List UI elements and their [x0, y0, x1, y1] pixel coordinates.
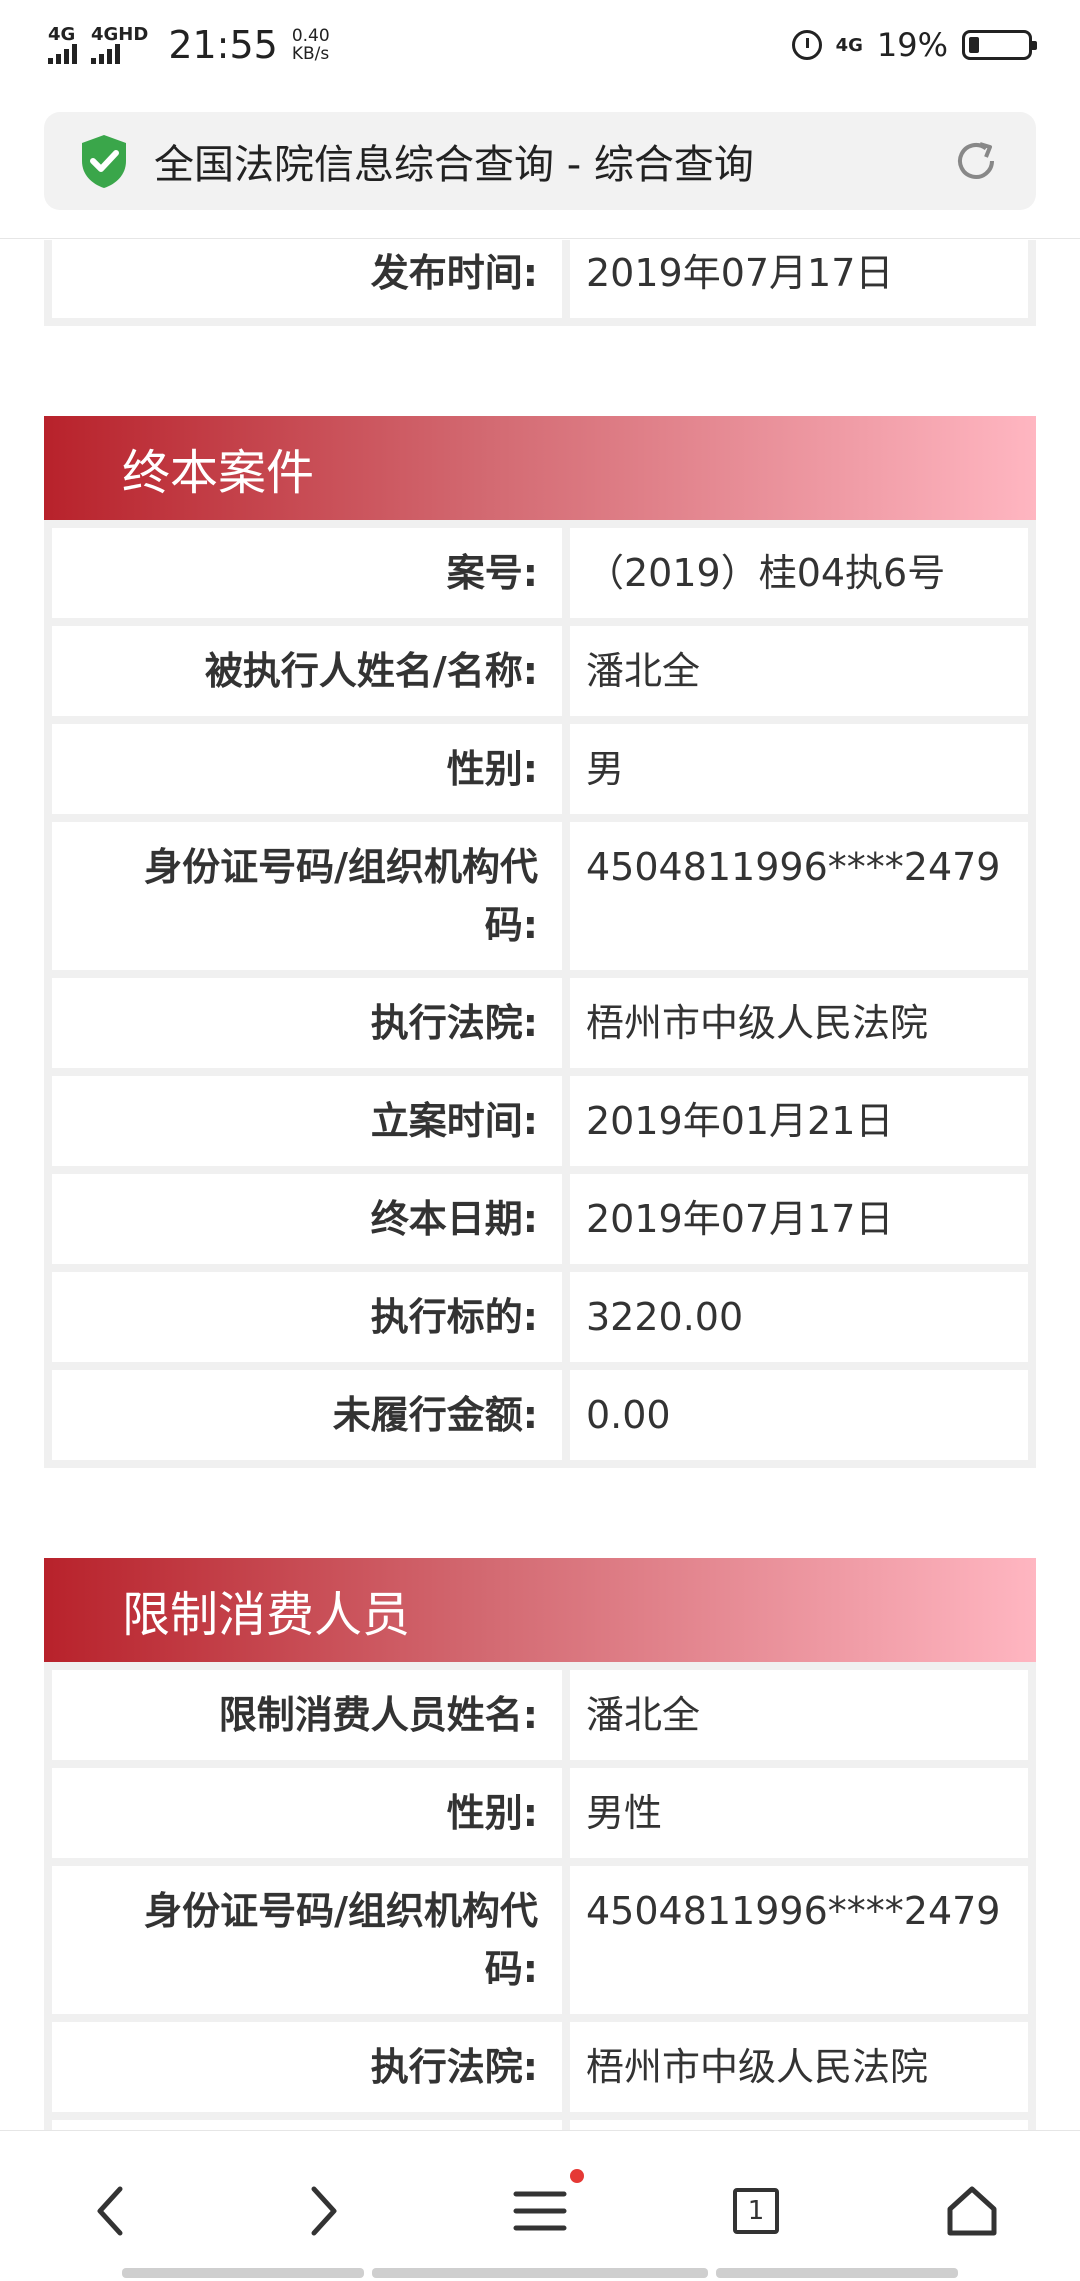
table-row: 立案时间: 2019年01月21日 — [52, 1076, 1028, 1166]
status-left: 4G 4GHD 21:55 0.40 KB/s — [48, 23, 330, 67]
section-title: 限制消费人员 — [122, 1587, 411, 1643]
row-value: 2019年07月17日 — [570, 240, 1028, 318]
row-value: 梧州市中级人民法院 — [570, 2022, 1028, 2112]
tabs-button[interactable]: 1 — [716, 2171, 796, 2251]
battery-percent: 19% — [876, 26, 948, 64]
battery-fill — [969, 37, 979, 53]
row-label: 性别: — [52, 724, 562, 814]
table-row: 执行法院: 梧州市中级人民法院 — [52, 978, 1028, 1068]
table-row: 终本日期: 2019年07月17日 — [52, 1174, 1028, 1264]
signal-1: 4G — [48, 26, 77, 64]
section-title: 终本案件 — [122, 445, 315, 501]
security-shield-icon — [82, 135, 126, 188]
row-label: 身份证号码/组织机构代码: — [52, 822, 562, 970]
table-row: 身份证号码/组织机构代码: 4504811996****2479 — [52, 1866, 1028, 2014]
row-value: 3220.00 — [570, 1272, 1028, 1362]
row-label: 身份证号码/组织机构代码: — [52, 1866, 562, 2014]
row-label: 执行标的: — [52, 1272, 562, 1362]
row-value: 男性 — [570, 1768, 1028, 1858]
table-row: 执行标的: 3220.00 — [52, 1272, 1028, 1362]
signal-1-label: 4G — [48, 24, 76, 45]
row-label: 案号: — [52, 528, 562, 618]
row-value: （2019）桂04执6号 — [570, 528, 1028, 618]
table-row: 性别: 男性 — [52, 1768, 1028, 1858]
back-button[interactable] — [70, 2171, 150, 2251]
network-4g-label: 4G — [835, 34, 863, 56]
row-label: 执行法院: — [52, 978, 562, 1068]
status-right: 4G 19% — [791, 26, 1037, 64]
alarm-icon — [791, 30, 822, 60]
final-cases-table: 案号: （2019）桂04执6号 被执行人姓名/名称: 潘北全 性别: 男 身份… — [44, 520, 1036, 1468]
row-label: 未履行金额: — [52, 1370, 562, 1460]
tab-strip-indicators — [0, 2268, 1080, 2280]
page-title[interactable]: 全国法院信息综合查询 - 综合查询 — [154, 132, 950, 190]
row-value: 潘北全 — [570, 626, 1028, 716]
section-header-restricted-consumers: 限制消费人员 — [44, 1558, 1036, 1662]
signal-2: 4GHD — [91, 26, 148, 64]
home-icon — [947, 2186, 997, 2236]
notification-dot — [570, 2169, 584, 2183]
table-row: 性别: 男 — [52, 724, 1028, 814]
table-row: 案号: （2019）桂04执6号 — [52, 528, 1028, 618]
row-label: 立案时间: — [52, 1076, 562, 1166]
table-row: 执行法院: 梧州市中级人民法院 — [52, 2022, 1028, 2112]
address-bar[interactable]: 全国法院信息综合查询 - 综合查询 — [44, 112, 1036, 210]
previous-record-table: 发布时间: 2019年07月17日 — [44, 240, 1036, 326]
tabs-count: 1 — [747, 2196, 765, 2226]
row-label: 发布时间: — [52, 240, 562, 318]
table-row: 身份证号码/组织机构代码: 4504811996****2479 — [52, 822, 1028, 970]
signal-2-label: 4GHD — [91, 24, 149, 45]
home-button[interactable] — [932, 2171, 1012, 2251]
table-row: 限制消费人员姓名: 潘北全 — [52, 1670, 1028, 1760]
row-value: 2019年07月17日 — [570, 1174, 1028, 1264]
forward-button[interactable] — [284, 2171, 364, 2251]
forward-icon — [311, 2186, 337, 2236]
battery-icon — [962, 30, 1037, 60]
row-value: 男 — [570, 724, 1028, 814]
status-bar: 4G 4GHD 21:55 0.40 KB/s 4G 19% — [0, 0, 1080, 90]
speed-unit: KB/s — [291, 44, 330, 64]
clock: 21:55 — [168, 23, 278, 67]
row-label: 执行法院: — [52, 2022, 562, 2112]
network-speed: 0.40 KB/s — [292, 27, 330, 63]
table-row: 发布时间: 2019年07月17日 — [52, 240, 1028, 318]
row-value: 2019年01月21日 — [570, 1076, 1028, 1166]
menu-button[interactable] — [500, 2169, 584, 2251]
row-label: 被执行人姓名/名称: — [52, 626, 562, 716]
tabs-icon: 1 — [733, 2188, 779, 2234]
row-label: 限制消费人员姓名: — [52, 1670, 562, 1760]
row-value: 梧州市中级人民法院 — [570, 978, 1028, 1068]
content: 发布时间: 2019年07月17日 终本案件 案号: （2019）桂04执6号 … — [44, 240, 1036, 2160]
row-value: 0.00 — [570, 1370, 1028, 1460]
refresh-icon[interactable] — [950, 135, 1002, 187]
row-value: 4504811996****2479 — [570, 822, 1028, 970]
speed-value: 0.40 — [291, 26, 330, 46]
signal-bars-icon — [48, 44, 77, 64]
row-label: 终本日期: — [52, 1174, 562, 1264]
table-row: 未履行金额: 0.00 — [52, 1370, 1028, 1460]
table-row: 被执行人姓名/名称: 潘北全 — [52, 626, 1028, 716]
back-icon — [97, 2186, 123, 2236]
row-value: 4504811996****2479 — [570, 1866, 1028, 2014]
bottom-nav: 1 — [0, 2130, 1080, 2281]
restricted-consumers-table: 限制消费人员姓名: 潘北全 性别: 男性 身份证号码/组织机构代码: 45048… — [44, 1662, 1036, 2160]
row-value: 潘北全 — [570, 1670, 1028, 1760]
divider — [0, 238, 1080, 239]
menu-icon — [513, 2191, 567, 2231]
section-header-final-cases: 终本案件 — [44, 416, 1036, 520]
row-label: 性别: — [52, 1768, 562, 1858]
signal-bars-icon — [91, 44, 120, 64]
